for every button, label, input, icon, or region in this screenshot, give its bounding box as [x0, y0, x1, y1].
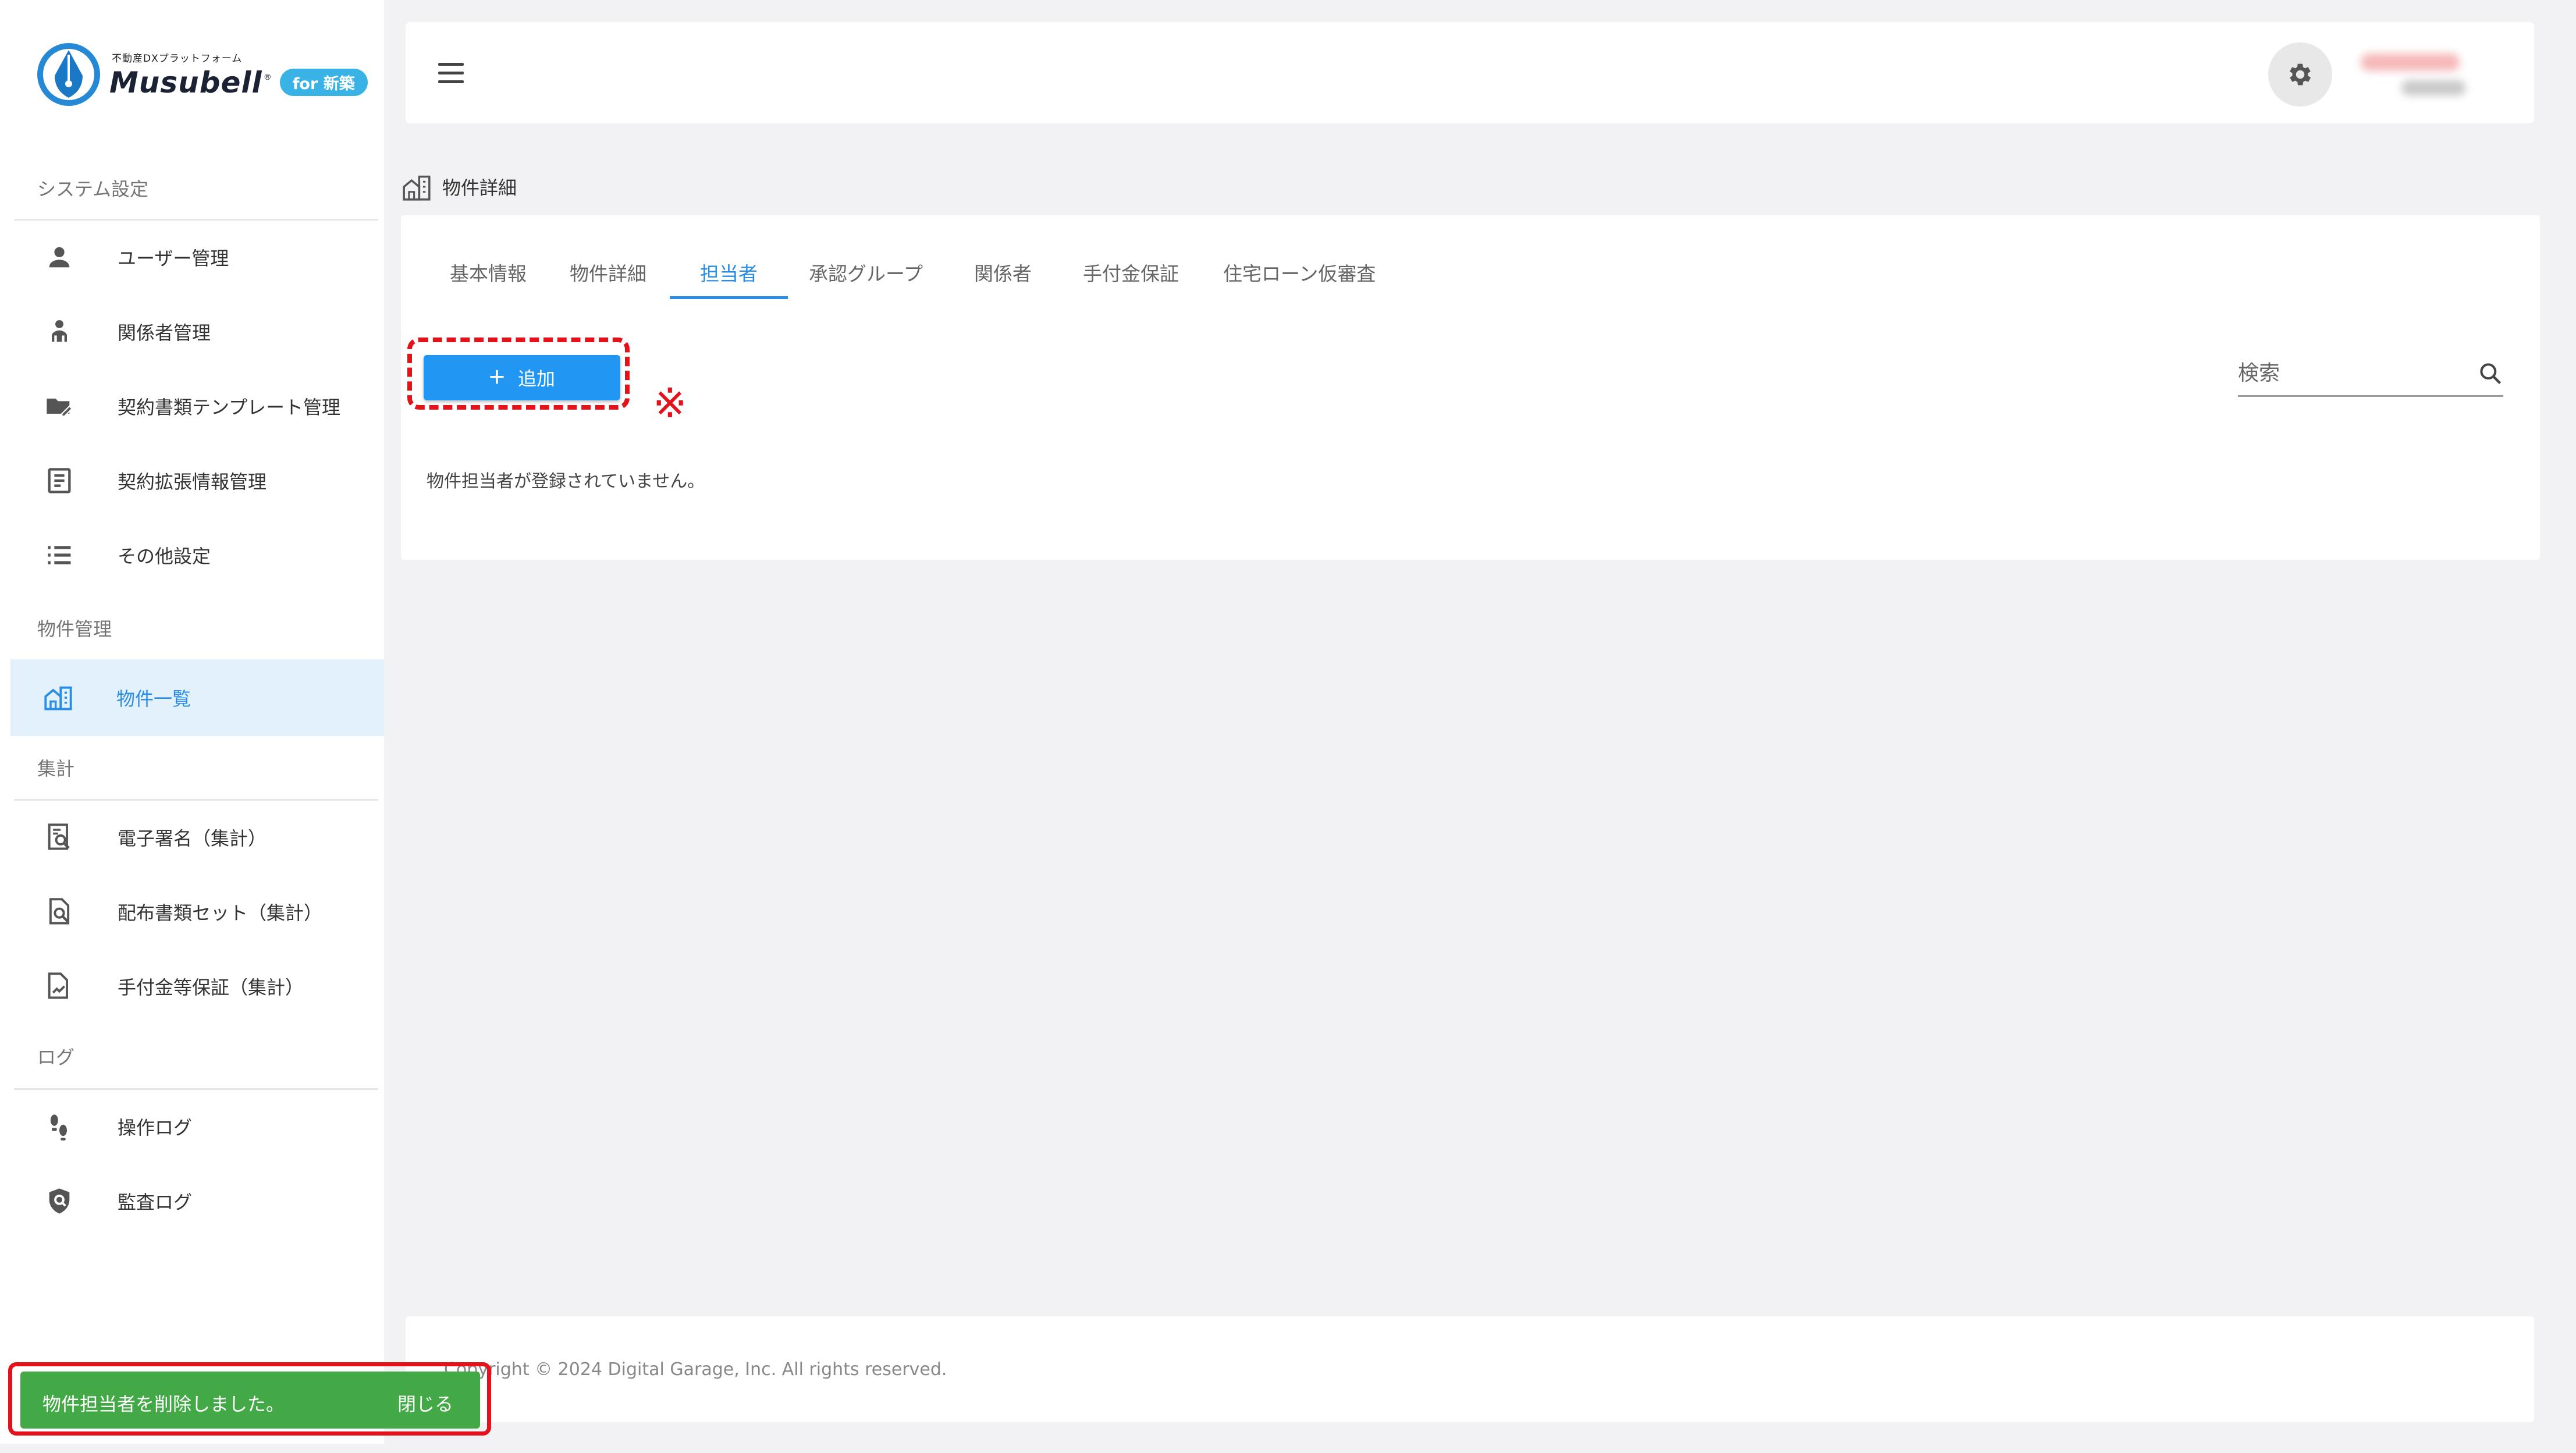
sidebar-item-label: 配布書類セット（集計）	[118, 902, 323, 924]
tab-label: 物件詳細	[570, 262, 646, 285]
user-info-redacted[interactable]	[2349, 48, 2477, 106]
sidebar-item-audit-log[interactable]: 監査ログ	[12, 1164, 384, 1238]
breadcrumb: 物件詳細	[400, 172, 517, 201]
sidebar-section-aggregate: 集計	[37, 758, 75, 780]
shield-search-icon	[49, 1188, 70, 1214]
sidebar-item-label: 電子署名（集計）	[118, 827, 267, 850]
sidebar-item-distribution-aggregate[interactable]: 配布書類セット（集計）	[12, 875, 384, 949]
search-input[interactable]	[2238, 353, 2471, 393]
sidebar-item-label: 契約拡張情報管理	[118, 471, 267, 493]
file-search-icon	[49, 898, 70, 925]
folder-edit-icon	[47, 399, 73, 417]
building-icon	[403, 175, 431, 201]
note-mark: ※	[653, 379, 687, 427]
sidebar-item-label: 関係者管理	[118, 322, 211, 344]
sidebar-item-label: ユーザー管理	[118, 247, 229, 269]
tab-mortgage-prescreen[interactable]: 住宅ローン仮審査	[1202, 246, 1399, 299]
sidebar-item-templates[interactable]: 契約書類テンプレート管理	[12, 369, 384, 443]
sidebar-section-system: システム設定	[37, 178, 149, 200]
sidebar-item-stakeholders[interactable]: 関係者管理	[12, 294, 384, 369]
sidebar-item-users[interactable]: ユーザー管理	[12, 220, 384, 294]
snackbar: 物件担当者を削除しました。 閉じる	[20, 1372, 480, 1429]
people-icon	[52, 320, 67, 342]
tab-bar: 基本情報 物件詳細 担当者 承認グループ 関係者 手付金保証 住宅ローン仮審査	[427, 246, 1399, 299]
brand-name: Musubell	[109, 65, 262, 100]
content-card: 基本情報 物件詳細 担当者 承認グループ 関係者 手付金保証 住宅ローン仮審査 …	[401, 215, 2540, 560]
search-icon[interactable]	[2478, 361, 2503, 386]
snackbar-message: 物件担当者を削除しました。	[42, 1393, 285, 1415]
top-bar	[406, 22, 2534, 123]
building-icon	[44, 686, 72, 710]
person-icon	[49, 247, 70, 268]
search-field[interactable]	[2238, 353, 2503, 397]
sidebar-section-property: 物件管理	[37, 618, 112, 640]
footprints-icon	[50, 1114, 67, 1141]
tab-label: 手付金保証	[1083, 262, 1179, 285]
gear-icon	[2290, 63, 2311, 86]
document-search-icon	[48, 823, 70, 850]
bottom-edge	[0, 1444, 2576, 1453]
sidebar-item-property-list[interactable]: 物件一覧	[10, 659, 384, 736]
sidebar-section-log: ログ	[37, 1046, 75, 1068]
brand-reg-mark: ®	[263, 72, 272, 82]
tab-label: 関係者	[974, 262, 1032, 285]
sidebar-item-label: 操作ログ	[118, 1117, 193, 1139]
file-chart-icon	[48, 972, 68, 999]
add-button[interactable]: + 追加	[424, 355, 620, 400]
tab-label: 基本情報	[450, 262, 527, 285]
empty-state-message: 物件担当者が登録されていません。	[427, 471, 705, 492]
sidebar-item-label: その他設定	[118, 545, 211, 567]
sidebar-item-label: 契約書類テンプレート管理	[118, 396, 341, 418]
plus-icon: +	[488, 362, 505, 393]
footer: Copyright © 2024 Digital Garage, Inc. Al…	[406, 1316, 2534, 1422]
add-button-label: 追加	[518, 368, 556, 389]
tab-label: 住宅ローン仮審査	[1223, 262, 1376, 285]
tab-basic-info[interactable]: 基本情報	[427, 246, 550, 299]
copyright-text: Copyright © 2024 Digital Garage, Inc. Al…	[444, 1359, 947, 1380]
brand-badge: for 新築	[279, 69, 368, 96]
page-title: 物件詳細	[442, 177, 517, 199]
tab-label: 承認グループ	[809, 262, 923, 285]
settings-button[interactable]	[2268, 42, 2332, 106]
sidebar-item-operation-log[interactable]: 操作ログ	[12, 1089, 384, 1164]
sidebar-item-deposit-aggregate[interactable]: 手付金等保証（集計）	[12, 949, 384, 1024]
brand-tagline: 不動産DXプラットフォーム	[112, 52, 243, 65]
snackbar-close-button[interactable]: 閉じる	[397, 1390, 453, 1416]
tab-approval-group[interactable]: 承認グループ	[788, 246, 948, 299]
hamburger-icon[interactable]	[438, 62, 466, 85]
sidebar-item-label: 監査ログ	[118, 1191, 193, 1213]
sidebar-item-label: 手付金等保証（集計）	[118, 976, 304, 999]
tab-label: 担当者	[700, 262, 758, 285]
sidebar-item-extended-info[interactable]: 契約拡張情報管理	[12, 443, 384, 518]
logo-pen-icon	[37, 43, 100, 106]
sidebar-item-label: 物件一覧	[116, 688, 191, 710]
tab-staff[interactable]: 担当者	[670, 246, 788, 299]
sidebar-item-other-settings[interactable]: その他設定	[12, 518, 384, 592]
list-icon	[48, 546, 71, 564]
sidebar: 不動産DXプラットフォーム Musubell ® for 新築 システム設定 ユ…	[0, 0, 384, 1453]
brand-logo[interactable]: 不動産DXプラットフォーム Musubell ® for 新築	[36, 40, 368, 109]
tab-stakeholders[interactable]: 関係者	[948, 246, 1057, 299]
app-root: 不動産DXプラットフォーム Musubell ® for 新築 システム設定 ユ…	[0, 0, 2576, 1453]
tab-property-detail[interactable]: 物件詳細	[550, 246, 670, 299]
tab-deposit-guarantee[interactable]: 手付金保証	[1057, 246, 1202, 299]
document-list-icon	[48, 468, 71, 493]
sidebar-item-esign-aggregate[interactable]: 電子署名（集計）	[12, 800, 384, 875]
